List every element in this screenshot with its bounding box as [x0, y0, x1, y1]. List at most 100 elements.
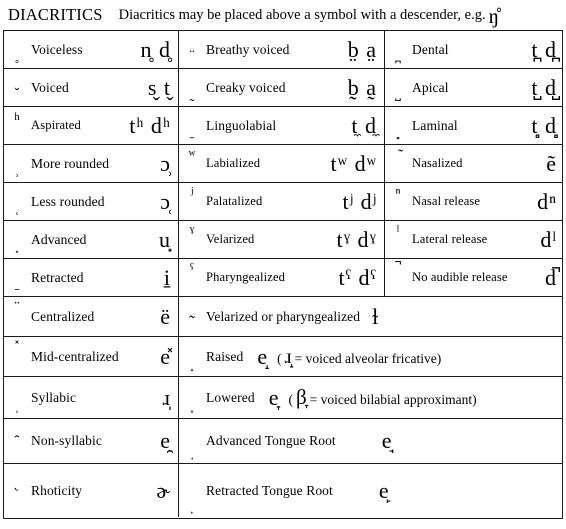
- header-note: Diacritics may be placed above a symbol …: [118, 6, 486, 23]
- diacritic-examples: t̺ d̺: [531, 74, 557, 100]
- cell-more-rounded: ̹ More rounded ɔ̹: [4, 145, 179, 182]
- diacritic-mark: ̈: [179, 49, 205, 68]
- cell-dental: ̪ Dental t̪ d̪: [385, 31, 564, 68]
- diacritic-mark: ̥: [4, 49, 30, 68]
- diacritic-examples: tʰ dʰ: [129, 112, 171, 138]
- diacritic-label: Creaky voiced: [206, 79, 286, 95]
- cell-raised: ̝ Raised e̝ ( ɹ̝ = voiced alveolar frica…: [179, 337, 564, 376]
- diacritic-annotation: ( ɹ̝ = voiced alveolar fricative): [277, 346, 441, 367]
- diacritic-examples: e̞: [268, 384, 280, 410]
- diacritic-examples: ɔ̜: [160, 188, 171, 214]
- table-row: ̜ Less rounded ɔ̜ ʲ Palatalized tʲ dʲ ⁿ …: [4, 183, 562, 221]
- diacritic-mark: ̌: [4, 87, 30, 106]
- diacritic-examples: e̽: [160, 343, 171, 369]
- table-row: ̈ Centralized ë ̴ Velarized or pharyngea…: [4, 297, 562, 337]
- header-example-symbol: ŋ̊: [488, 3, 500, 28]
- cell-lateral-release: ˡ Lateral release dˡ: [385, 221, 564, 258]
- diacritic-mark: ̈: [4, 297, 30, 316]
- cell-creaky-voiced: ̰ Creaky voiced b̰ a̰: [179, 69, 385, 106]
- diacritic-examples: ɚ: [156, 477, 171, 503]
- diacritic-label: Laminal: [412, 117, 458, 133]
- cell-palatalized: ʲ Palatalized tʲ dʲ: [179, 183, 385, 220]
- diacritic-examples: ɔ̹: [160, 150, 171, 176]
- cell-nasalized: ̃ Nasalized ẽ: [385, 145, 564, 182]
- diacritic-examples: tˤ dˤ: [338, 264, 377, 290]
- diacritic-examples: t̼ d̼: [351, 112, 377, 138]
- cell-retracted: ̠ Retracted i̠: [4, 259, 179, 296]
- diacritic-mark: ̪: [385, 49, 411, 68]
- diacritic-mark: ̰: [179, 87, 205, 106]
- diacritic-mark: ̟: [4, 239, 30, 258]
- diacritics-chart: DIACRITICS Diacritics may be placed abov…: [0, 0, 566, 529]
- cell-voiceless: ̥ Voiceless n̥ d̥: [4, 31, 179, 68]
- diacritic-label: Advanced Tongue Root: [206, 433, 336, 448]
- diacritic-mark: ʲ: [190, 185, 194, 202]
- diacritic-examples: i̠: [163, 264, 171, 290]
- diacritic-label: Rhoticity: [31, 482, 83, 498]
- diacritic-annotation: ( β̞ = voiced bilabial approximant): [288, 387, 476, 408]
- diacritic-examples: dⁿ: [537, 188, 557, 214]
- diacritic-mark: ˞: [14, 482, 20, 498]
- diacritic-label: Centralized: [31, 308, 95, 324]
- cell-mid-centralized: ̽ Mid-centralized e̽: [4, 337, 179, 376]
- cell-advanced-tongue-root: ̘ Advanced Tongue Root e̘: [179, 419, 564, 463]
- diacritic-examples: ë: [160, 303, 171, 329]
- diacritic-examples: dˡ: [540, 226, 557, 252]
- diacritic-mark: ʷ: [188, 147, 196, 164]
- diacritic-mark: ̜: [4, 201, 30, 220]
- diacritic-label: Retracted: [31, 269, 84, 285]
- diacritic-mark: ˠ: [189, 223, 195, 240]
- table-row: ̥ Voiceless n̥ d̥ ̈ Breathy voiced b̤ a̤…: [4, 31, 562, 69]
- diacritic-examples: t̻ d̻: [531, 112, 557, 138]
- cell-retracted-tongue-root: ̙ Retracted Tongue Root e̙: [179, 464, 564, 517]
- cell-rhoticity: ˞ Rhoticity ɚ: [4, 464, 179, 517]
- diacritic-mark: ˡ: [396, 223, 400, 240]
- diacritic-mark: ̃: [385, 145, 411, 164]
- diacritic-examples: t̪ d̪: [531, 36, 557, 62]
- annotation-text: = voiced alveolar fricative): [294, 351, 442, 366]
- diacritic-examples: e̘: [381, 428, 392, 453]
- diacritic-label: Pharyngealized: [206, 270, 286, 284]
- diacritic-mark: ̯: [4, 419, 30, 438]
- cell-non-syllabic: ̯ Non-syllabic e̯: [4, 419, 179, 463]
- table-row: ̟ Advanced u̟ ˠ Velarized tˠ dˠ ˡ Latera…: [4, 221, 562, 259]
- diacritic-mark: ̩: [4, 399, 30, 418]
- cell-laminal: ̻ Laminal t̻ d̻: [385, 107, 564, 144]
- table-row: ̹ More rounded ɔ̹ ʷ Labialized tʷ dʷ ̃ N…: [4, 145, 562, 183]
- diacritic-mark: ʰ: [14, 109, 20, 129]
- diacritic-mark: ̺: [385, 87, 411, 106]
- cell-lowered: ̞ Lowered e̞ ( β̞ = voiced bilabial appr…: [179, 377, 564, 418]
- table-row: ̠ Retracted i̠ ˤ Pharyngealized tˤ dˤ ̚ …: [4, 259, 562, 297]
- diacritic-label: Linguolabial: [206, 117, 277, 133]
- diacritic-examples: n̥ d̥: [140, 36, 171, 62]
- diacritic-examples: d̚: [545, 264, 557, 290]
- cell-aspirated: ʰ Aspirated tʰ dʰ: [4, 107, 179, 144]
- diacritic-label: More rounded: [31, 155, 110, 171]
- page-title: DIACRITICS: [8, 5, 103, 24]
- table-row: ̽ Mid-centralized e̽ ̝ Raised e̝ ( ɹ̝ = …: [4, 337, 562, 377]
- cell-less-rounded: ̜ Less rounded ɔ̜: [4, 183, 179, 220]
- diacritic-examples: ẽ: [546, 150, 557, 176]
- diacritic-label: Breathy voiced: [206, 41, 290, 57]
- cell-linguolabial: ̼ Linguolabial t̼ d̼: [179, 107, 385, 144]
- diacritic-examples: tʷ dʷ: [330, 150, 377, 176]
- diacritic-examples: tˠ dˠ: [336, 226, 377, 252]
- diacritic-label: Raised: [206, 348, 244, 364]
- diacritic-mark: ̚: [385, 259, 411, 278]
- diacritic-examples: e̙: [378, 477, 389, 503]
- diacritic-mark: ̴: [179, 308, 205, 326]
- diacritic-label: Advanced: [31, 231, 87, 247]
- diacritics-table: ̥ Voiceless n̥ d̥ ̈ Breathy voiced b̤ a̤…: [3, 30, 563, 519]
- cell-pharyngealized: ˤ Pharyngealized tˤ dˤ: [179, 259, 385, 296]
- diacritic-mark: ˤ: [190, 261, 194, 278]
- table-row: ʰ Aspirated tʰ dʰ ̼ Linguolabial t̼ d̼ ̻…: [4, 107, 562, 145]
- table-row: ˞ Rhoticity ɚ ̙ Retracted Tongue Root e̙: [4, 464, 562, 517]
- table-row: ̯ Non-syllabic e̯ ̘ Advanced Tongue Root…: [4, 419, 562, 464]
- cell-velarized-or-pharyngealized: ̴ Velarized or pharyngealized ɫ: [179, 297, 564, 336]
- diacritic-mark: ̙: [179, 501, 205, 517]
- diacritic-mark: ̻: [385, 125, 411, 144]
- diacritic-label: Apical: [412, 79, 449, 95]
- annotation-symbol: ɹ̝: [284, 344, 292, 368]
- diacritic-mark: ̠: [4, 277, 30, 296]
- diacritic-examples: e̯: [160, 428, 171, 453]
